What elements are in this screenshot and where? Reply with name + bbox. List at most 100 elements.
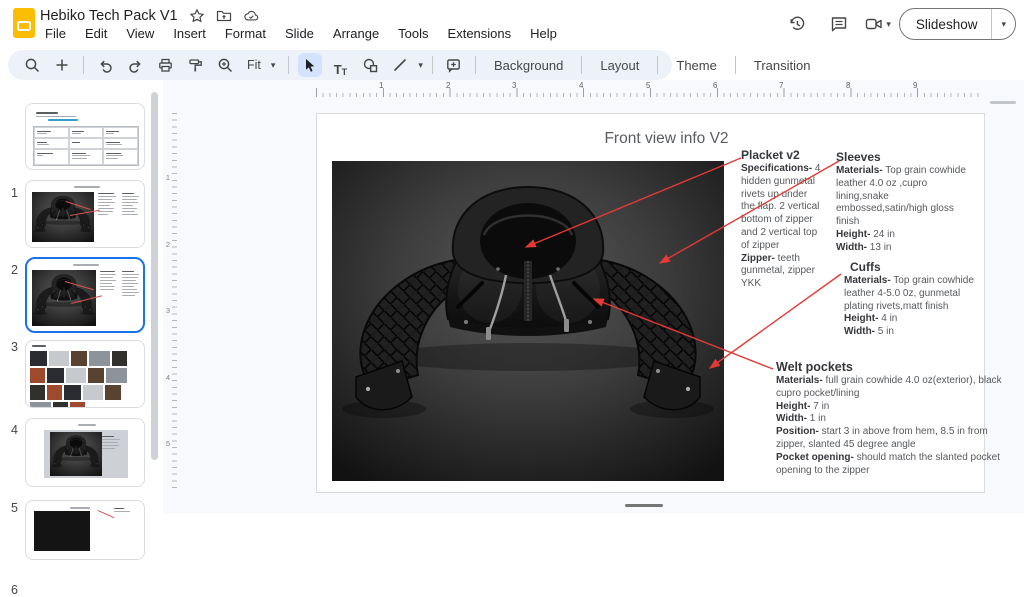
welt-position-label: Position- <box>776 426 819 437</box>
slide-number-3: 3 <box>0 340 18 354</box>
redo-icon[interactable] <box>123 53 147 77</box>
star-icon[interactable] <box>189 8 205 24</box>
shape-tool[interactable] <box>358 53 382 77</box>
placket-zipper-label: Zipper- <box>741 253 775 264</box>
slide-thumbnail-1[interactable] <box>25 103 145 170</box>
menu-slide[interactable]: Slide <box>280 25 319 42</box>
version-history-icon[interactable] <box>780 7 814 41</box>
welt-materials-label: Materials- <box>776 375 823 386</box>
slide-title[interactable]: Front view info V2 <box>333 130 1000 148</box>
annotation-welt-pockets[interactable]: Welt pockets Materials- full grain cowhi… <box>776 360 1008 477</box>
theme-button[interactable]: Theme <box>667 58 725 73</box>
sleeves-heading: Sleeves <box>836 150 968 164</box>
background-button[interactable]: Background <box>485 58 572 73</box>
menu-help[interactable]: Help <box>525 25 562 42</box>
hruler-number: 2 <box>446 81 450 90</box>
filmstrip-scrollbar[interactable] <box>151 92 158 460</box>
zoom-fit-select[interactable]: Fit ▾ <box>243 58 279 72</box>
jacket-front-photo[interactable] <box>332 161 724 481</box>
textbox-glyph-large: T <box>334 62 342 77</box>
menu-arrange[interactable]: Arrange <box>328 25 384 42</box>
sleeves-width-label: Width- <box>836 242 867 253</box>
insert-comment-icon[interactable] <box>442 53 466 77</box>
slides-logo[interactable] <box>13 8 35 38</box>
welt-height-text: 7 in <box>813 401 829 412</box>
fit-caret-icon: ▾ <box>271 61 276 70</box>
text-box-tool[interactable]: TT <box>328 53 352 77</box>
menu-insert[interactable]: Insert <box>168 25 211 42</box>
hruler-number: 4 <box>579 81 583 90</box>
hruler-number: 9 <box>913 81 917 90</box>
slide-number-4: 4 <box>0 423 18 437</box>
cuffs-width-text: 5 in <box>878 326 894 337</box>
edit-toolbar: Fit ▾ TT ▾ Background Layout Theme Trans… <box>8 50 672 80</box>
slide-canvas[interactable]: Front view info V2 Placket v2 Specificat… <box>316 113 985 493</box>
slideshow-button[interactable]: Slideshow <box>900 9 992 39</box>
slide-filmstrip: 1 2 3 4 5 6 <box>0 80 163 513</box>
annotation-cuffs[interactable]: Cuffs Materials- Top grain cowhide leath… <box>844 260 984 339</box>
document-title[interactable]: Hebiko Tech Pack V1 <box>40 8 178 24</box>
print-icon[interactable] <box>153 53 177 77</box>
new-slide-icon[interactable] <box>50 53 74 77</box>
menu-file[interactable]: File <box>40 25 71 42</box>
paint-format-icon[interactable] <box>183 53 207 77</box>
annotation-sleeves[interactable]: Sleeves Materials- Top grain cowhide lea… <box>836 150 968 255</box>
menu-format[interactable]: Format <box>220 25 271 42</box>
sleeves-height-text: 24 in <box>873 229 895 240</box>
slideshow-dropdown[interactable]: ▾ <box>991 9 1015 39</box>
layout-button[interactable]: Layout <box>591 58 648 73</box>
comments-icon[interactable] <box>822 7 856 41</box>
menu-extensions[interactable]: Extensions <box>443 25 517 42</box>
cuffs-width-label: Width- <box>844 326 875 337</box>
menu-bar: File Edit View Insert Format Slide Arran… <box>40 25 562 42</box>
menu-view[interactable]: View <box>121 25 159 42</box>
welt-width-text: 1 in <box>810 413 826 424</box>
meet-button[interactable]: ▾ <box>864 14 891 34</box>
cuffs-heading: Cuffs <box>850 260 984 274</box>
slide-thumbnail-4[interactable] <box>25 340 145 408</box>
video-camera-icon <box>864 14 884 34</box>
app-header: Hebiko Tech Pack V1 File Edit View Inser… <box>0 0 1024 48</box>
slide-number-6: 6 <box>0 583 18 597</box>
sleeves-height-label: Height- <box>836 229 870 240</box>
select-tool[interactable] <box>298 53 322 77</box>
placket-heading: Placket v2 <box>741 148 821 162</box>
line-tool[interactable] <box>388 53 412 77</box>
undo-icon[interactable] <box>93 53 117 77</box>
placket-spec-label: Specifications- <box>741 163 812 174</box>
move-folder-icon[interactable] <box>216 8 232 24</box>
hruler-number: 6 <box>713 81 717 90</box>
meet-caret-icon[interactable]: ▾ <box>886 20 891 29</box>
slide-thumbnail-2[interactable] <box>25 180 145 248</box>
slideshow-caret-icon: ▾ <box>1001 20 1006 29</box>
slide-thumbnail-5[interactable] <box>25 418 145 487</box>
slide-number-1: 1 <box>0 186 18 200</box>
menu-tools[interactable]: Tools <box>393 25 433 42</box>
transition-button[interactable]: Transition <box>745 58 820 73</box>
slideshow-split-button: Slideshow ▾ <box>899 8 1016 40</box>
zoom-icon[interactable] <box>213 53 237 77</box>
hruler-number: 5 <box>646 81 650 90</box>
annotation-placket[interactable]: Placket v2 Specifications- 4 hidden gunm… <box>741 148 821 291</box>
vertical-ruler[interactable] <box>172 113 177 491</box>
hruler-number: 7 <box>779 81 783 90</box>
hruler-number: 1 <box>379 81 383 90</box>
menu-edit[interactable]: Edit <box>80 25 112 42</box>
slide-thumbnail-3-selected[interactable] <box>25 257 145 333</box>
slide-thumbnail-6[interactable] <box>25 500 145 560</box>
cloud-saved-icon <box>243 8 259 24</box>
placket-spec-text: 4 hidden gunmetal rivets up under the fl… <box>741 163 820 251</box>
horizontal-ruler[interactable]: 1 2 3 4 5 6 7 8 9 <box>316 84 984 97</box>
cuffs-materials-label: Materials- <box>844 275 891 286</box>
zoom-fit-label: Fit <box>247 58 261 72</box>
sleeves-width-text: 13 in <box>870 242 892 253</box>
textbox-glyph-small: T <box>342 67 348 77</box>
canvas-scrollbar[interactable] <box>990 101 1016 104</box>
sleeves-materials-label: Materials- <box>836 165 883 176</box>
notes-divider-handle[interactable] <box>625 504 663 507</box>
hruler-number: 8 <box>846 81 850 90</box>
search-menus-icon[interactable] <box>20 53 44 77</box>
line-tool-caret-icon[interactable]: ▾ <box>418 61 423 70</box>
slide-number-2: 2 <box>0 263 18 277</box>
cuffs-height-text: 4 in <box>881 313 897 324</box>
